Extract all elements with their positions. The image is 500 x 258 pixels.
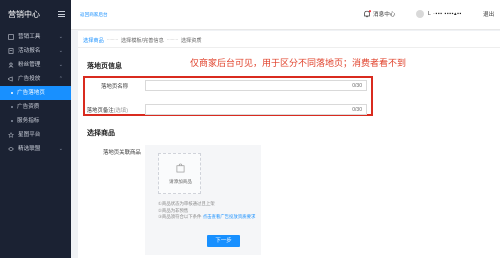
shopping-bag-icon (176, 163, 185, 173)
step-select-template: 选择模板/完善信息 (120, 38, 164, 44)
landing-name-label: 落地页名称 (58, 82, 128, 90)
sidebar-item-label: 广告投放 (18, 76, 41, 82)
brand-title: 营销中心 (0, 0, 71, 30)
requirement-text: ③商品须符合以下条件 (158, 214, 202, 220)
related-product-label: 落地页关联商品 (103, 150, 141, 156)
sidebar-item-label: 广告落地页 (17, 90, 45, 96)
chevron-down-icon: ⌄ (58, 146, 63, 152)
sidebar-item-fans[interactable]: 粉丝管理 ⌄ (0, 58, 71, 72)
step-separator: ········· (106, 37, 119, 43)
landing-name-label-text: 落地页名称 (101, 84, 128, 90)
sidebar: 营销中心 营销工具 ⌄ 活动报名 ⌄ 粉丝管理 ⌄ 广告投放 ⌃ 广告落地页 广… (0, 0, 71, 258)
chevron-down-icon: ⌄ (58, 48, 63, 54)
menu-toggle-icon[interactable] (58, 11, 65, 17)
tool-icon (8, 34, 14, 40)
logout-button[interactable]: 退出 (483, 10, 494, 18)
sidebar-item-alliance[interactable]: 精选联盟 ⌄ (0, 142, 71, 156)
landing-name-input[interactable]: 0/30 (145, 80, 367, 91)
sidebar-item-label: 活动报名 (18, 48, 41, 54)
sidebar-item-star-platform[interactable]: 星图平台 (0, 128, 71, 142)
fans-icon (8, 62, 14, 68)
avatar[interactable] (416, 10, 424, 18)
optional-tag: (选填) (113, 108, 128, 114)
brand-label: 营销中心 (8, 10, 40, 19)
add-product-label: 请添加商品 (169, 179, 192, 184)
message-center-button[interactable]: 消息中心 (363, 10, 395, 18)
main-content: 选择商品 ········· 选择模板/完善信息 ········· 选择资质 … (78, 31, 500, 258)
step-separator: ········· (166, 37, 179, 43)
landing-info-title: 落地页信息 (87, 63, 122, 70)
product-requirements: ①商品状态为审核通过且上架 ②商品为非预售 ③商品须符合以下条件 点击查看广告投… (158, 201, 255, 221)
sidebar-nav: 营销工具 ⌄ 活动报名 ⌄ 粉丝管理 ⌄ 广告投放 ⌃ 广告落地页 广告资质 服… (0, 30, 71, 156)
annotation-text: 仅商家后台可见，用于区分不同落地页；消费者看不到 (190, 58, 407, 68)
top-header: 返回商家后台 消息中心 L ·▪▪▪ ▪▪▪▪▴▪▪ 退出 (71, 0, 500, 30)
sidebar-item-label: 服务指标 (17, 118, 40, 124)
bullet-icon (11, 92, 13, 94)
signup-icon (8, 48, 14, 54)
landing-remark-label: 落地页备注(选填) (58, 106, 128, 114)
sidebar-item-service-metrics[interactable]: 服务指标 (0, 114, 71, 128)
landing-remark-label-text: 落地页备注 (86, 108, 114, 114)
bullet-icon (11, 120, 13, 122)
sidebar-item-label: 广告资质 (17, 104, 40, 110)
sidebar-item-label: 粉丝管理 (18, 62, 41, 68)
qualification-link[interactable]: 点击查看广告投放资质要求 (203, 214, 256, 219)
chevron-down-icon: ⌄ (58, 34, 63, 40)
username: L ·▪▪▪ ▪▪▪▪▴▪▪ (428, 11, 462, 17)
step-select-qualification: 选择资质 (180, 38, 202, 44)
next-button[interactable]: 下一步 (207, 235, 240, 247)
step-select-product: 选择商品 (83, 38, 104, 44)
sidebar-item-label: 星图平台 (18, 132, 41, 138)
sidebar-item-label: 营销工具 (18, 34, 41, 40)
sidebar-item-activity-signup[interactable]: 活动报名 ⌄ (0, 44, 71, 58)
message-center-label: 消息中心 (373, 12, 396, 18)
bullet-icon (11, 106, 13, 108)
requirement-line: ①商品状态为审核通过且上架 (158, 201, 215, 206)
alliance-icon (8, 147, 14, 151)
select-product-title: 选择商品 (87, 130, 115, 137)
char-counter: 0/30 (352, 83, 362, 89)
step-indicator: 选择商品 ········· 选择模板/完善信息 ········· 选择资质 (83, 37, 202, 44)
star-icon (8, 132, 14, 138)
product-picker-panel: 请添加商品 ①商品状态为审核通过且上架 ②商品为非预售 ③商品须符合以下条件 点… (145, 145, 261, 255)
requirement-line: ③商品须符合以下条件 点击查看广告投放资质要求 (158, 214, 255, 221)
sidebar-item-marketing-tools[interactable]: 营销工具 ⌄ (0, 30, 71, 44)
sidebar-item-label: 精选联盟 (18, 146, 41, 152)
char-counter: 0/30 (352, 107, 362, 113)
chevron-down-icon: ⌄ (58, 62, 63, 68)
add-product-button[interactable]: 请添加商品 (158, 153, 201, 194)
divider (78, 47, 500, 48)
ad-icon (8, 76, 13, 82)
landing-remark-input[interactable]: 0/30 (145, 104, 367, 115)
back-to-merchant-link[interactable]: 返回商家后台 (80, 12, 108, 18)
bell-icon (364, 10, 371, 18)
